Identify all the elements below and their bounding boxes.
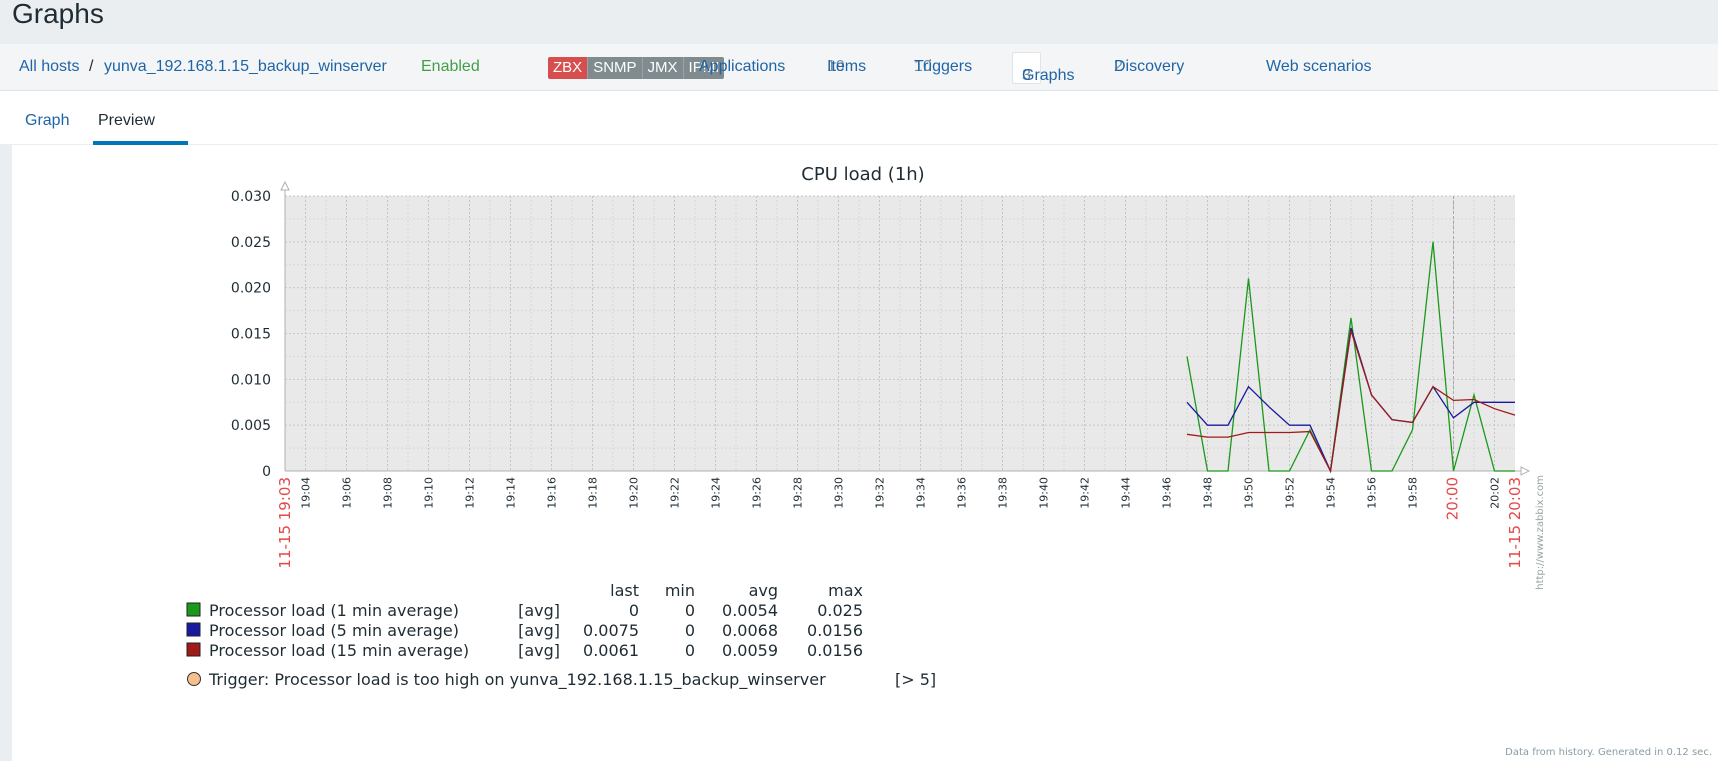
legend-header-max: max — [828, 581, 863, 600]
snmp-badge: SNMP — [587, 57, 642, 79]
discovery-nav[interactable]: Discovery rules 2 — [1114, 44, 1184, 121]
legend-func: [avg] — [518, 621, 560, 640]
legend-func: [avg] — [518, 641, 560, 660]
legend-avg: 0.0054 — [722, 601, 778, 620]
triggers-link[interactable]: Triggers — [914, 44, 972, 90]
legend-min: 0 — [685, 621, 695, 640]
all-hosts-link[interactable]: All hosts — [19, 44, 79, 90]
x-tick-label: 19:26 — [751, 477, 764, 509]
legend-last: 0.0061 — [583, 641, 639, 660]
legend-max: 0.025 — [817, 601, 863, 620]
legend-header-min: min — [665, 581, 695, 600]
applications-nav[interactable]: Applications 9 — [699, 44, 785, 90]
items-link[interactable]: Items — [827, 44, 866, 90]
x-tick-label: 19:36 — [956, 477, 969, 509]
x-tick-label: 19:10 — [423, 477, 436, 509]
legend-swatch-3 — [186, 642, 201, 657]
chart-title: CPU load (1h) — [801, 164, 924, 185]
web-scenarios-link[interactable]: Web scenarios — [1266, 44, 1372, 90]
tab-graph[interactable]: Graph — [25, 91, 69, 151]
x-tick-label: 19:04 — [300, 477, 313, 509]
legend-min: 0 — [685, 601, 695, 620]
x-tick-label: 19:40 — [1038, 477, 1051, 509]
host-navigation: All hosts / yunva_192.168.1.15_backup_wi… — [0, 44, 1718, 121]
legend-series-name: Processor load (15 min average) — [209, 641, 469, 660]
trigger-condition: [> 5] — [895, 670, 936, 689]
items-nav[interactable]: Items 19 — [827, 44, 866, 90]
x-tick-label: 19:50 — [1243, 477, 1256, 509]
legend-max: 0.0156 — [807, 621, 863, 640]
y-tick-label: 0.025 — [231, 235, 271, 251]
legend-header-avg: avg — [749, 581, 778, 600]
x-tick-label: 19:52 — [1284, 477, 1297, 509]
legend-max: 0.0156 — [807, 641, 863, 660]
y-axis-arrow — [280, 180, 290, 191]
x-tick-label: 19:32 — [874, 477, 887, 509]
graph-panel: CPU load (1h) 0 0.005 0.010 0.015 0.020 0.025… — [12, 145, 1718, 761]
triggers-nav[interactable]: Triggers 10 — [914, 44, 972, 90]
breadcrumb-separator: / — [89, 58, 94, 75]
host-status[interactable]: Enabled — [421, 44, 480, 90]
x-tick-label: 19:46 — [1161, 477, 1174, 509]
legend-last: 0 — [629, 601, 639, 620]
availability-badges: ZBX SNMP JMX IPMI — [548, 57, 725, 79]
page-title: Graphs — [12, 0, 104, 29]
y-tick-label: 0 — [262, 464, 271, 480]
x-tick-label: 19:48 — [1202, 477, 1215, 509]
y-tick-label: 0.030 — [231, 189, 271, 205]
x-tick-label: 19:18 — [587, 477, 600, 509]
footer-text: Data from history. Generated in 0.12 sec… — [1505, 747, 1712, 758]
x-start-label: 11-15 19:03 — [276, 477, 294, 569]
x-tick-label: 19:12 — [464, 477, 477, 509]
legend-swatch-1 — [186, 602, 201, 617]
y-tick-label: 0.015 — [231, 327, 271, 343]
zabbix-watermark: http://www.zabbix.com — [1535, 475, 1546, 590]
trigger-icon — [187, 672, 201, 686]
graph-tabs: Graph Preview — [0, 91, 1718, 145]
x-tick-label: 19:06 — [341, 477, 354, 509]
host-name-link[interactable]: yunva_192.168.1.15_backup_winserver — [104, 44, 387, 90]
x-tick-label: 20:02 — [1489, 477, 1502, 509]
x-tick-label: 19:20 — [628, 477, 641, 509]
legend-func: [avg] — [518, 601, 560, 620]
legend-swatch-2 — [186, 622, 201, 637]
x-tick-label: 19:54 — [1325, 477, 1338, 509]
legend-avg: 0.0068 — [722, 621, 778, 640]
x-tick-label: 19:42 — [1079, 477, 1092, 509]
x-tick-label: 19:24 — [710, 477, 723, 509]
x-tick-label: 19:16 — [546, 477, 559, 509]
x-tick-label: 19:28 — [792, 477, 805, 509]
x-tick-label: 19:44 — [1120, 477, 1133, 509]
legend-last: 0.0075 — [583, 621, 639, 640]
x-tick-label: 19:56 — [1366, 477, 1379, 509]
x-tick-label: 19:08 — [382, 477, 395, 509]
x-tick-label: 19:38 — [997, 477, 1010, 509]
x-tick-label: 19:34 — [915, 477, 928, 509]
x-tick-label: 19:14 — [505, 477, 518, 509]
legend-avg: 0.0059 — [722, 641, 778, 660]
y-tick-label: 0.020 — [231, 281, 271, 297]
x-hour-label: 20:00 — [1444, 477, 1462, 520]
y-tick-label: 0.010 — [231, 372, 271, 388]
legend-min: 0 — [685, 641, 695, 660]
x-tick-label: 19:22 — [669, 477, 682, 509]
x-end-label: 11-15 20:03 — [1506, 477, 1524, 569]
y-tick-label: 0.005 — [231, 418, 271, 434]
jmx-badge: JMX — [641, 57, 683, 79]
trigger-label: Trigger: Processor load is too high on y… — [208, 670, 826, 690]
legend-header-last: last — [610, 581, 639, 600]
graphs-nav[interactable]: Graphs 3 — [1012, 52, 1074, 84]
zbx-badge: ZBX — [548, 57, 588, 79]
x-axis-arrow — [1520, 466, 1531, 476]
x-tick-label: 19:30 — [833, 477, 846, 509]
legend-series-name: Processor load (5 min average) — [209, 621, 459, 640]
cpu-load-chart[interactable]: CPU load (1h) 0 0.005 0.010 0.015 0.020 0.025… — [12, 145, 1718, 761]
x-tick-label: 19:58 — [1407, 477, 1420, 509]
applications-link[interactable]: Applications — [699, 44, 785, 90]
legend-series-name: Processor load (1 min average) — [209, 601, 459, 620]
